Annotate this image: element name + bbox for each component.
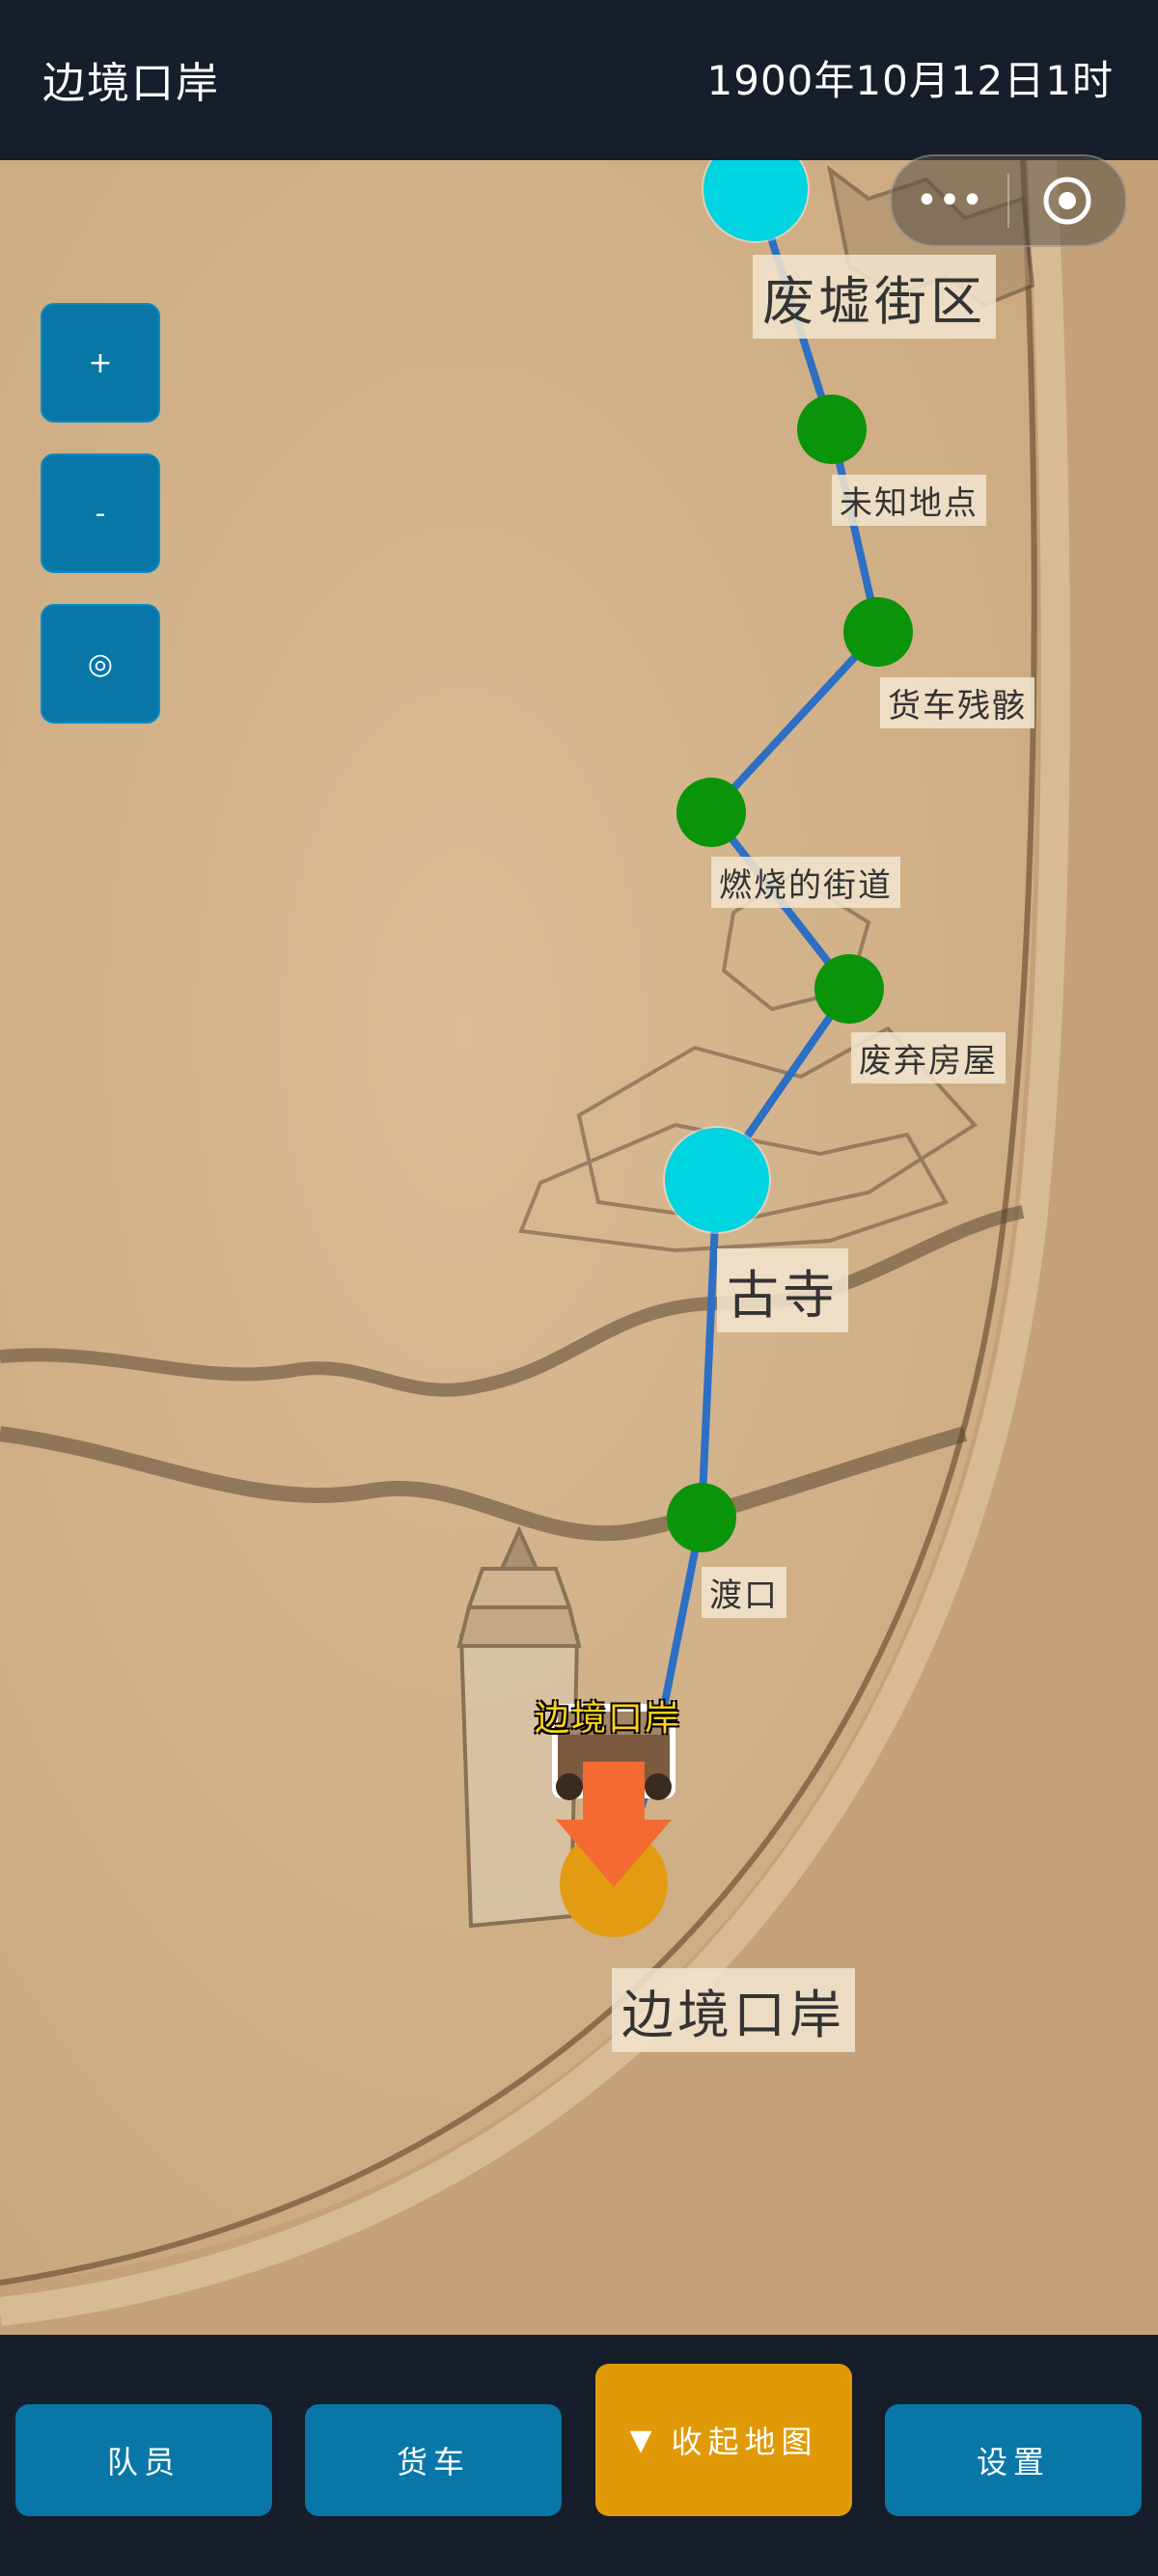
wagon-button[interactable]: 货车: [305, 2404, 562, 2516]
game-datetime: 1900年10月12日1时: [706, 57, 1114, 104]
more-menu-button[interactable]: •••: [892, 181, 1007, 220]
map-node-minor[interactable]: [667, 1483, 736, 1552]
target-circle-icon: [1043, 177, 1091, 225]
map-node-label: 燃烧的街道: [711, 857, 900, 908]
player-location-label: 边境口岸: [535, 1699, 682, 1739]
player-wagon-marker[interactable]: [546, 1704, 681, 1955]
mini-program-capsule: •••: [890, 154, 1127, 247]
close-miniprogram-button[interactable]: [1009, 175, 1125, 227]
map-node-label: 古寺: [717, 1248, 848, 1332]
map-node-minor[interactable]: [814, 954, 884, 1024]
team-button[interactable]: 队员: [15, 2404, 272, 2516]
collapse-map-label: 收起地图: [671, 2424, 818, 2460]
world-map[interactable]: 废墟街区未知地点货车残骸燃烧的街道废弃房屋古寺渡口边境口岸 边境口岸: [0, 160, 1158, 2335]
zoom-in-button[interactable]: +: [41, 303, 160, 423]
triangle-down-icon: ▼: [629, 2423, 658, 2457]
map-node-minor[interactable]: [676, 778, 746, 847]
map-node-label: 渡口: [702, 1567, 786, 1618]
zoom-out-button[interactable]: -: [41, 453, 160, 573]
location-title: 边境口岸: [42, 59, 220, 108]
locate-button[interactable]: ◎: [41, 604, 160, 724]
map-node-minor[interactable]: [843, 597, 913, 667]
map-node-label: 未知地点: [832, 475, 986, 526]
collapse-map-button[interactable]: ▼ 收起地图: [595, 2364, 852, 2516]
settings-button[interactable]: 设置: [885, 2404, 1142, 2516]
map-node-minor[interactable]: [797, 395, 867, 464]
bottom-bar: 队员 货车 ▼ 收起地图 设置: [0, 2335, 1158, 2576]
top-bar: 边境口岸 1900年10月12日1时: [0, 0, 1158, 160]
map-node-label: 废墟街区: [753, 255, 996, 339]
map-node-label: 边境口岸: [612, 1968, 855, 2052]
map-node-label: 废弃房屋: [851, 1032, 1006, 1083]
map-node-major[interactable]: [665, 1128, 769, 1232]
map-node-label: 货车残骸: [880, 677, 1034, 728]
